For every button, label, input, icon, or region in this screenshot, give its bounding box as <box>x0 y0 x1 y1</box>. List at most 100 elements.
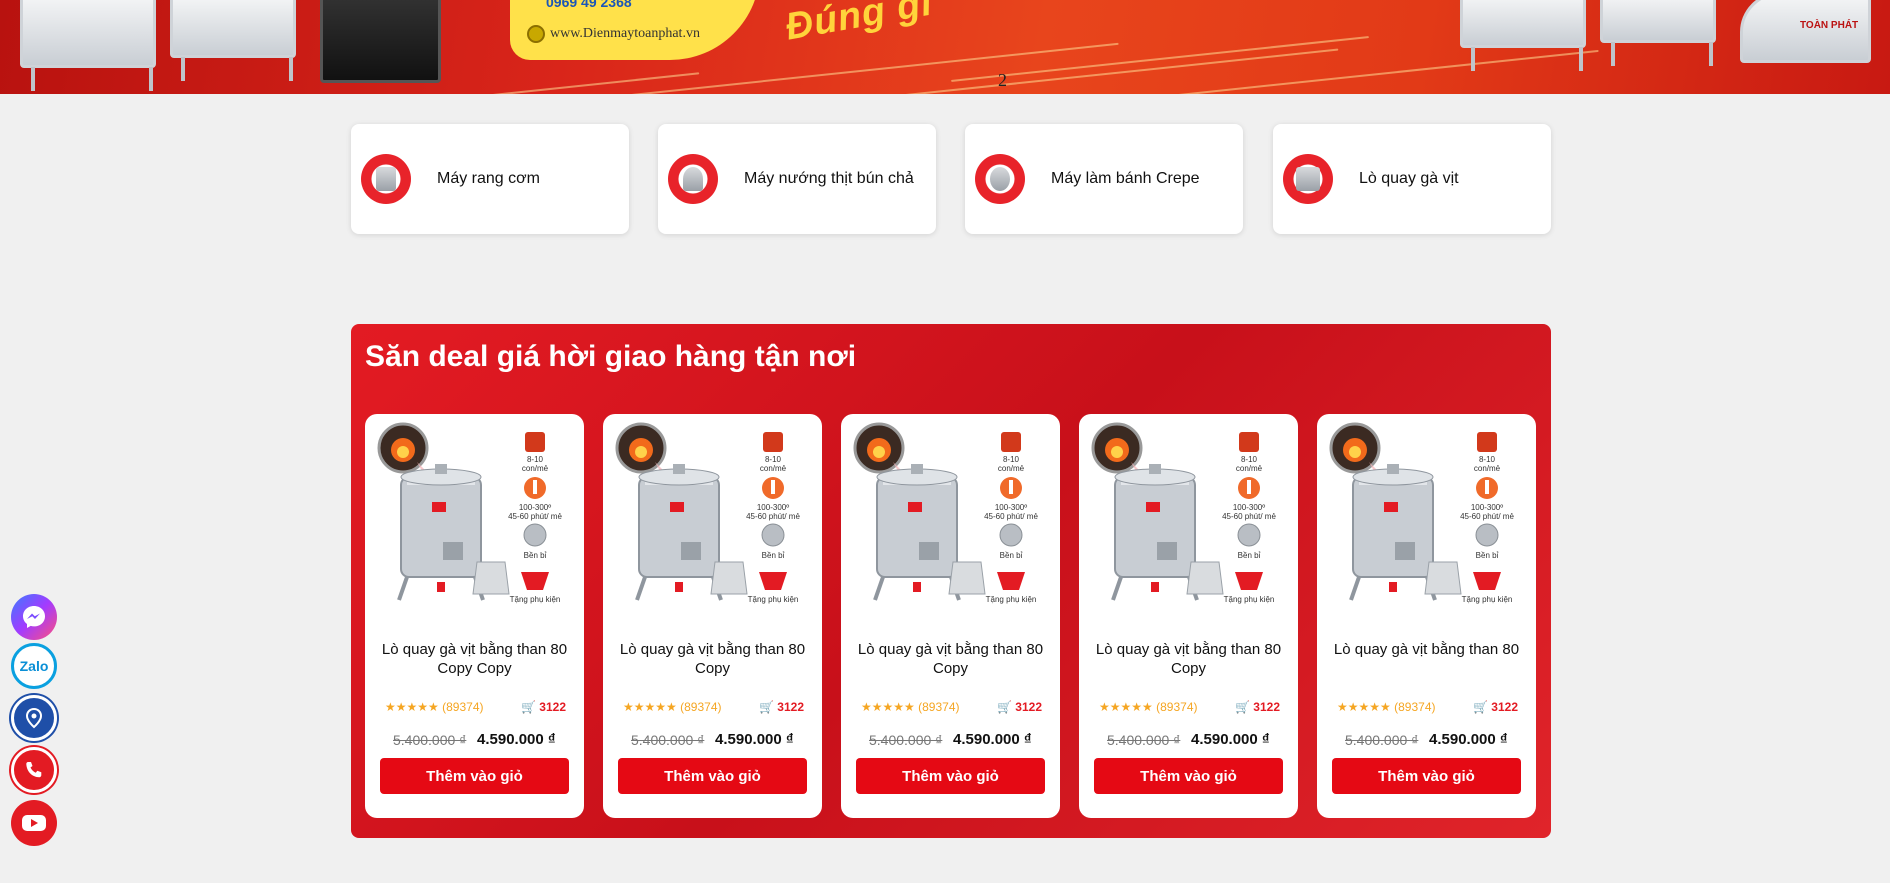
star-rating-icon: ★★★★★ <box>1337 700 1391 714</box>
product-rating: ★★★★★ (89374) <box>385 700 484 714</box>
messenger-button[interactable] <box>11 594 57 640</box>
hero-banner[interactable]: 0969 49 2368 www.Dienmaytoanphat.vn Đúng… <box>0 0 1890 94</box>
zalo-icon: Zalo <box>19 658 49 674</box>
grill-thumb <box>668 154 718 204</box>
svg-text:100-300º: 100-300º <box>1471 503 1503 512</box>
zalo-button[interactable]: Zalo <box>11 643 57 689</box>
svg-text:con/mẻ: con/mẻ <box>998 464 1025 473</box>
globe-icon <box>527 25 545 43</box>
old-price: 5.400.000 ₫ <box>1107 732 1181 748</box>
product-card[interactable]: 8-10 con/mẻ 100-300º 45-60 phút/ mẻ Bền … <box>603 414 822 818</box>
product-card[interactable]: 8-10 con/mẻ 100-300º 45-60 phút/ mẻ Bền … <box>365 414 584 818</box>
category-label: Lò quay gà vịt <box>1359 170 1459 187</box>
banner-engine-image <box>320 0 441 83</box>
svg-text:Bền bỉ: Bền bỉ <box>762 551 785 560</box>
svg-text:Tặng phụ kiện: Tặng phụ kiện <box>1462 595 1513 604</box>
add-to-cart-button[interactable]: Thêm vào giỏ <box>1332 758 1521 794</box>
svg-text:con/mẻ: con/mẻ <box>760 464 787 473</box>
review-count: (89374) <box>918 700 960 714</box>
review-count: (89374) <box>680 700 722 714</box>
svg-text:Bền bỉ: Bền bỉ <box>1000 551 1023 560</box>
category-card-grill[interactable]: Máy nướng thịt bún chả <box>658 124 936 234</box>
phone-button[interactable] <box>11 747 57 793</box>
deal-section: Săn deal giá hời giao hàng tận nơi 8-10 … <box>351 324 1551 838</box>
svg-text:100-300º: 100-300º <box>1233 503 1265 512</box>
svg-text:8-10: 8-10 <box>1479 455 1496 464</box>
category-label: Máy làm bánh Crepe <box>1051 170 1200 187</box>
old-price: 5.400.000 ₫ <box>1345 732 1419 748</box>
duck-roaster-thumb <box>1283 154 1333 204</box>
product-rating: ★★★★★ (89374) <box>1099 700 1198 714</box>
old-price: 5.400.000 ₫ <box>631 732 705 748</box>
svg-text:con/mẻ: con/mẻ <box>1236 464 1263 473</box>
messenger-icon <box>23 606 45 628</box>
category-label: Máy rang cơm <box>437 170 540 187</box>
svg-text:Tặng phụ kiện: Tặng phụ kiện <box>510 595 561 604</box>
review-count: (89374) <box>1156 700 1198 714</box>
category-label: Máy nướng thịt bún chả <box>744 170 914 187</box>
product-name[interactable]: Lò quay gà vịt bằng than 80 <box>1327 640 1526 659</box>
product-name[interactable]: Lò quay gà vịt bằng than 80 Copy Copy <box>375 640 574 678</box>
product-name[interactable]: Lò quay gà vịt bằng than 80 Copy <box>851 640 1050 678</box>
svg-text:100-300º: 100-300º <box>995 503 1027 512</box>
youtube-button[interactable] <box>11 800 57 846</box>
add-to-cart-button[interactable]: Thêm vào giỏ <box>618 758 807 794</box>
svg-text:Bền bỉ: Bền bỉ <box>1476 551 1499 560</box>
sale-price: 4.590.000 ₫ <box>477 731 556 748</box>
product-name[interactable]: Lò quay gà vịt bằng than 80 Copy <box>1089 640 1288 678</box>
youtube-icon <box>22 815 46 831</box>
svg-text:8-10: 8-10 <box>1003 455 1020 464</box>
product-name[interactable]: Lò quay gà vịt bằng than 80 Copy <box>613 640 812 678</box>
banner-machine-image <box>170 0 296 81</box>
product-rating: ★★★★★ (89374) <box>861 700 960 714</box>
star-rating-icon: ★★★★★ <box>861 700 915 714</box>
map-button[interactable] <box>11 695 57 741</box>
svg-text:8-10: 8-10 <box>1241 455 1258 464</box>
add-to-cart-button[interactable]: Thêm vào giỏ <box>856 758 1045 794</box>
star-rating-icon: ★★★★★ <box>623 700 677 714</box>
product-image[interactable]: 8-10 con/mẻ 100-300º 45-60 phút/ mẻ Bền … <box>615 422 811 617</box>
rice-roaster-thumb <box>361 154 411 204</box>
slider-page-indicator[interactable]: 2 <box>998 70 1007 91</box>
sold-count: 🛒 3122 <box>521 700 566 714</box>
banner-machine-image <box>1460 0 1586 71</box>
product-rating: ★★★★★ (89374) <box>1337 700 1436 714</box>
sold-count: 🛒 3122 <box>997 700 1042 714</box>
add-to-cart-button[interactable]: Thêm vào giỏ <box>1094 758 1283 794</box>
svg-text:100-300º: 100-300º <box>519 503 551 512</box>
banner-machine-image <box>1600 0 1716 66</box>
phone-icon <box>26 762 42 778</box>
crepe-maker-thumb <box>975 154 1025 204</box>
product-card[interactable]: 8-10 con/mẻ 100-300º 45-60 phút/ mẻ Bền … <box>1317 414 1536 818</box>
review-count: (89374) <box>1394 700 1436 714</box>
category-card-duck-roaster[interactable]: Lò quay gà vịt <box>1273 124 1551 234</box>
sold-count: 🛒 3122 <box>1473 700 1518 714</box>
svg-text:45-60 phút/ mẻ: 45-60 phút/ mẻ <box>984 512 1038 521</box>
product-rating: ★★★★★ (89374) <box>623 700 722 714</box>
product-image[interactable]: 8-10 con/mẻ 100-300º 45-60 phút/ mẻ Bền … <box>377 422 573 617</box>
sale-price: 4.590.000 ₫ <box>1191 731 1270 748</box>
product-card[interactable]: 8-10 con/mẻ 100-300º 45-60 phút/ mẻ Bền … <box>1079 414 1298 818</box>
banner-phone: 0969 49 2368 <box>546 0 632 10</box>
svg-text:con/mẻ: con/mẻ <box>522 464 549 473</box>
category-card-rice-roaster[interactable]: Máy rang cơm <box>351 124 629 234</box>
banner-slicer-image <box>1740 0 1871 63</box>
banner-machine-image <box>20 0 156 91</box>
banner-slogan: Đúng gi <box>782 0 936 49</box>
cart-icon: 🛒 <box>521 700 537 714</box>
svg-text:Bền bỉ: Bền bỉ <box>524 551 547 560</box>
old-price: 5.400.000 ₫ <box>393 732 467 748</box>
product-image[interactable]: 8-10 con/mẻ 100-300º 45-60 phút/ mẻ Bền … <box>1329 422 1525 617</box>
svg-text:45-60 phút/ mẻ: 45-60 phút/ mẻ <box>746 512 800 521</box>
product-image[interactable]: 8-10 con/mẻ 100-300º 45-60 phút/ mẻ Bền … <box>1091 422 1287 617</box>
star-rating-icon: ★★★★★ <box>385 700 439 714</box>
svg-text:Tặng phụ kiện: Tặng phụ kiện <box>748 595 799 604</box>
cart-icon: 🛒 <box>1235 700 1251 714</box>
category-card-crepe-maker[interactable]: Máy làm bánh Crepe <box>965 124 1243 234</box>
cart-icon: 🛒 <box>1473 700 1489 714</box>
sale-price: 4.590.000 ₫ <box>715 731 794 748</box>
svg-text:Tặng phụ kiện: Tặng phụ kiện <box>986 595 1037 604</box>
add-to-cart-button[interactable]: Thêm vào giỏ <box>380 758 569 794</box>
product-card[interactable]: 8-10 con/mẻ 100-300º 45-60 phút/ mẻ Bền … <box>841 414 1060 818</box>
product-image[interactable]: 8-10 con/mẻ 100-300º 45-60 phút/ mẻ Bền … <box>853 422 1049 617</box>
